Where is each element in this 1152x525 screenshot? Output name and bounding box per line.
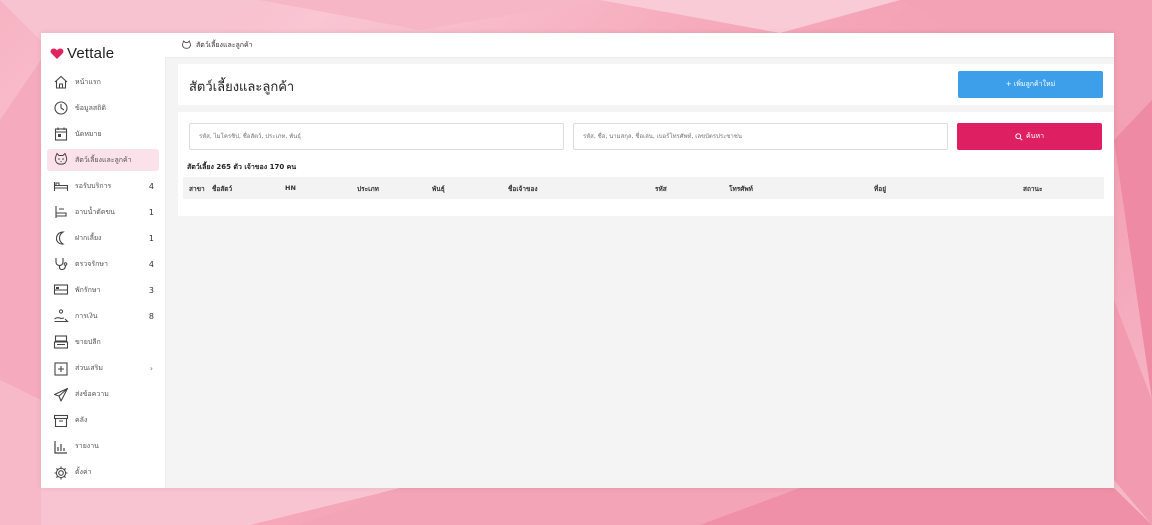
waiting-count-badge: 4 xyxy=(148,181,154,191)
sidebar-item-label: นัดหมาย xyxy=(75,129,102,138)
grooming-count-badge: 1 xyxy=(148,207,154,217)
payment-icon xyxy=(53,308,69,324)
column-header[interactable]: HN xyxy=(285,184,296,192)
sidebar-item-label: การเงิน xyxy=(75,311,98,320)
calendar-icon xyxy=(53,126,69,142)
sidebar-item-messages[interactable]: ส่งข้อความ xyxy=(47,384,159,406)
grooming-icon xyxy=(53,204,69,220)
column-header[interactable]: สาขา xyxy=(189,184,205,194)
search-icon xyxy=(1015,132,1023,141)
sidebar-item-finance[interactable]: การเงิน 8 xyxy=(47,305,159,327)
sidebar-item-label: คลัง xyxy=(75,416,88,425)
settings-icon xyxy=(53,465,69,481)
sidebar-item-label: หน้าแรก xyxy=(75,77,101,86)
page-header: สัตว์เลี้ยงและลูกค้า + เพิ่มลูกค้าใหม่ xyxy=(178,64,1114,105)
sidebar-item-appointments[interactable]: นัดหมาย xyxy=(47,123,159,145)
sidebar-item-label: สัตว์เลี้ยงและลูกค้า xyxy=(75,155,132,164)
moon-icon xyxy=(53,230,69,246)
column-header[interactable]: สถานะ xyxy=(1023,184,1043,194)
sidebar-item-label: ตั้งค่า xyxy=(75,468,92,477)
sidebar: Vettale หน้าแรก ข้อมูลสถิติ นัดหมาย สัตว… xyxy=(41,33,166,488)
stethoscope-icon xyxy=(53,256,69,272)
sidebar-item-treatment[interactable]: ตรวจรักษา 4 xyxy=(47,253,159,275)
column-header[interactable]: ชื่อเจ้าของ xyxy=(508,184,538,194)
breadcrumb[interactable]: สัตว์เลี้ยงและลูกค้า xyxy=(196,40,253,51)
page-title: สัตว์เลี้ยงและลูกค้า xyxy=(189,80,295,95)
inpatient-count-badge: 3 xyxy=(148,285,154,295)
sidebar-item-label: อาบน้ำตัดขน xyxy=(75,207,115,216)
sidebar-item-waiting[interactable]: รอรับบริการ 4 xyxy=(47,175,159,197)
search-panel: ค้นหา สัตว์เลี้ยง 265 ตัว เจ้าของ 170 คน… xyxy=(178,112,1114,216)
column-header[interactable]: ประเภท xyxy=(357,184,379,194)
stats-icon xyxy=(53,100,69,116)
sidebar-item-addons[interactable]: ส่วนเสริม › xyxy=(47,358,159,380)
boarding-count-badge: 1 xyxy=(148,233,154,243)
content-background xyxy=(178,216,1114,488)
finance-count-badge: 8 xyxy=(148,311,154,321)
home-icon xyxy=(53,74,69,90)
heart-logo-icon xyxy=(50,48,64,59)
column-header[interactable]: โทรศัพท์ xyxy=(729,184,753,194)
sidebar-item-grooming[interactable]: อาบน้ำตัดขน 1 xyxy=(47,201,159,223)
search-button-label: ค้นหา xyxy=(1025,132,1044,140)
sidebar-item-home[interactable]: หน้าแรก xyxy=(47,71,159,93)
column-header[interactable]: รหัส xyxy=(655,184,667,194)
sidebar-nav: หน้าแรก ข้อมูลสถิติ นัดหมาย สัตว์เลี้ยงแ… xyxy=(47,71,159,488)
logo[interactable]: Vettale xyxy=(50,45,114,62)
pet-icon xyxy=(53,152,69,168)
sidebar-item-label: ส่วนเสริม xyxy=(75,364,104,373)
sidebar-item-label: รอรับบริการ xyxy=(75,181,112,190)
sidebar-item-pets-customers[interactable]: สัตว์เลี้ยงและลูกค้า xyxy=(47,149,159,172)
sidebar-item-label: ฝากเลี้ยง xyxy=(75,233,102,242)
add-customer-button[interactable]: + เพิ่มลูกค้าใหม่ xyxy=(958,71,1103,98)
sidebar-item-settings[interactable]: ตั้งค่า xyxy=(47,462,159,484)
sidebar-item-label: ขายปลีก xyxy=(75,337,101,346)
sidebar-item-inpatient[interactable]: พักรักษา 3 xyxy=(47,279,159,301)
hospital-bed-icon xyxy=(53,282,69,298)
column-header[interactable]: ที่อยู่ xyxy=(874,184,886,194)
column-header[interactable]: พันธุ์ xyxy=(432,184,445,194)
owner-search-input[interactable] xyxy=(573,123,948,150)
topbar: สัตว์เลี้ยงและลูกค้า xyxy=(165,33,1114,58)
report-icon xyxy=(53,439,69,455)
sidebar-item-stats[interactable]: ข้อมูลสถิติ xyxy=(47,97,159,119)
sidebar-item-boarding[interactable]: ฝากเลี้ยง 1 xyxy=(47,227,159,249)
pet-search-input[interactable] xyxy=(189,123,564,150)
sidebar-item-inventory[interactable]: คลัง xyxy=(47,410,159,432)
sidebar-item-retail[interactable]: ขายปลีก xyxy=(47,331,159,353)
search-button[interactable]: ค้นหา xyxy=(957,123,1102,150)
bed-icon xyxy=(53,178,69,194)
treatment-count-badge: 4 xyxy=(148,259,154,269)
sidebar-item-label: ตรวจรักษา xyxy=(75,259,108,268)
sidebar-item-label: ส่งข้อความ xyxy=(75,390,109,399)
summary-counts: สัตว์เลี้ยง 265 ตัว เจ้าของ 170 คน xyxy=(187,163,297,171)
chevron-right-icon: › xyxy=(149,364,153,374)
sidebar-item-label: พักรักษา xyxy=(75,285,101,294)
archive-icon xyxy=(53,413,69,429)
register-icon xyxy=(53,334,69,350)
pet-icon xyxy=(182,39,191,49)
sidebar-item-label: รายงาน xyxy=(75,442,99,451)
sidebar-item-label: ข้อมูลสถิติ xyxy=(75,103,106,112)
column-header[interactable]: ชื่อสัตว์ xyxy=(212,184,232,194)
send-icon xyxy=(53,387,69,403)
plus-box-icon xyxy=(53,361,69,377)
brand-name: Vettale xyxy=(67,45,115,62)
table-header: สาขา ชื่อสัตว์ HN ประเภท พันธุ์ ชื่อเจ้า… xyxy=(183,177,1104,199)
sidebar-item-reports[interactable]: รายงาน xyxy=(47,436,159,458)
